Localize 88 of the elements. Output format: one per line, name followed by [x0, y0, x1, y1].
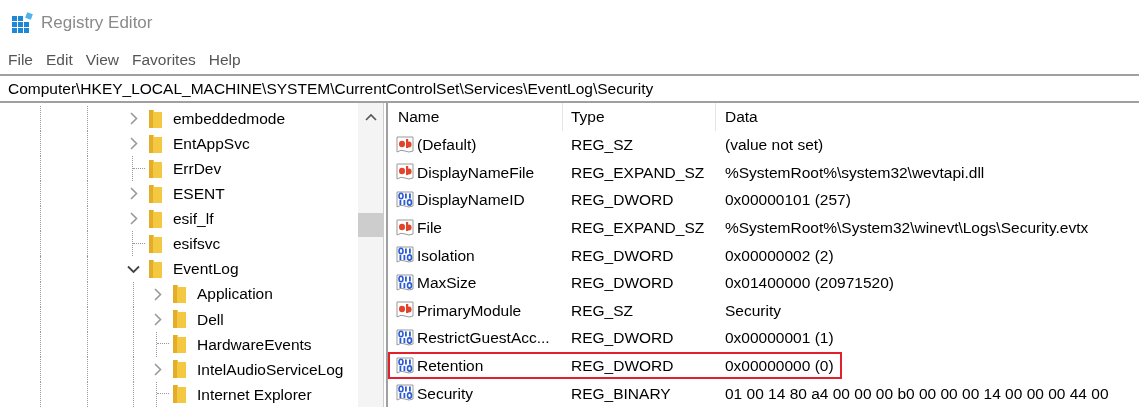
tree-item[interactable]: EntAppSvc — [173, 132, 250, 156]
folder-icon — [172, 384, 187, 405]
binary-value-icon — [396, 356, 414, 375]
tree-item[interactable]: embeddedmode — [173, 106, 286, 131]
table-cell: REG_BINARY — [571, 384, 671, 402]
address-bar[interactable]: Computer\HKEY_LOCAL_MACHINE\SYSTEM\CurrentControlSet\Services\EventLog\Security — [0, 74, 1139, 103]
tree-item[interactable]: IntelAudioServiceLog — [197, 357, 344, 381]
binary-value-icon — [396, 191, 414, 209]
string-value-icon — [396, 301, 414, 320]
table-cell: REG_SZ — [571, 301, 633, 319]
menu-item[interactable]: File — [8, 47, 33, 72]
tree-item[interactable]: esifsvc — [173, 232, 221, 256]
table-row[interactable]: Security REG_BINARY 01 00 14 80 a4 00 00 00 b0 00 00 00 14 00 00 00 44 00 — [388, 379, 1109, 407]
binary-value-icon — [396, 273, 414, 292]
table-cell-text: DisplayNameID — [417, 190, 525, 211]
folder-icon — [172, 334, 187, 355]
tree-item[interactable]: ErrDev — [173, 157, 222, 181]
menu-item[interactable]: View — [85, 47, 120, 72]
registry-icon — [11, 11, 33, 34]
tree-item[interactable]: HardwareEvents — [197, 332, 312, 356]
scrollbar[interactable] — [358, 103, 383, 407]
table-cell: REG_EXPAND_SZ — [571, 218, 705, 236]
table-row[interactable]: RestrictGuestAcc... REG_DWORD 0x00000001 (1) — [388, 324, 834, 352]
folder-icon — [148, 108, 163, 129]
table-cell: 0x00000000 (0) — [725, 356, 834, 374]
table-row[interactable]: DisplayNameID REG_DWORD 0x00000101 (257) — [388, 186, 851, 214]
menu-item[interactable]: Favorites — [132, 47, 196, 72]
column-header[interactable]: Data — [725, 105, 758, 129]
tree-item[interactable]: Dell — [197, 307, 224, 331]
folder-icon — [148, 208, 163, 229]
binary-value-icon — [396, 384, 414, 403]
table-row[interactable]: (Default) REG_SZ (value not set) — [388, 131, 824, 159]
table-cell: REG_DWORD — [571, 356, 674, 374]
table-cell-text: Retention — [417, 355, 484, 376]
table-row[interactable]: PrimaryModule REG_SZ Security — [388, 296, 781, 325]
binary-value-icon — [396, 246, 414, 265]
table-row[interactable]: Isolation REG_DWORD 0x00000002 (2) — [388, 241, 834, 269]
table-cell: REG_SZ — [571, 136, 633, 154]
folder-icon — [148, 183, 163, 204]
folder-icon — [148, 233, 163, 254]
table-cell-text: MaxSize — [417, 273, 477, 294]
table-cell: 01 00 14 80 a4 00 00 00 b0 00 00 00 14 00 00 00 44 00 — [725, 384, 1109, 402]
table-cell-text: PrimaryModule — [417, 300, 522, 321]
window-title: Registry Editor — [41, 11, 153, 34]
menu-item[interactable]: Help — [208, 47, 241, 72]
table-row[interactable]: File REG_EXPAND_SZ %SystemRoot%\System32\winevt\Logs\Security.evtx — [388, 213, 1089, 242]
table-row[interactable]: DisplayNameFile REG_EXPAND_SZ %SystemRoot%\system32\wevtapi.dll — [388, 158, 985, 187]
folder-icon — [148, 259, 163, 279]
folder-icon — [172, 359, 187, 380]
table-cell-text: DisplayNameFile — [417, 162, 535, 183]
table-cell: %SystemRoot%\system32\wevtapi.dll — [725, 163, 985, 181]
string-value-icon — [396, 135, 414, 154]
tree-item[interactable]: EventLog — [173, 257, 239, 281]
tree-item[interactable]: esif_lf — [173, 207, 214, 231]
folder-icon — [148, 133, 163, 154]
table-cell-text: (Default) — [417, 135, 477, 156]
table-cell: REG_EXPAND_SZ — [571, 163, 705, 181]
table-cell: REG_DWORD — [571, 246, 674, 264]
table-cell: %SystemRoot%\System32\winevt\Logs\Security.evtx — [725, 218, 1089, 236]
menu-item[interactable]: Edit — [46, 47, 73, 72]
table-cell-text: RestrictGuestAcc... — [417, 328, 550, 349]
column-header[interactable]: Name — [398, 105, 440, 129]
folder-icon — [172, 284, 187, 305]
tree-item[interactable]: ESENT — [173, 182, 225, 206]
table-cell: 0x01400000 (20971520) — [725, 274, 894, 292]
folder-icon — [172, 309, 187, 330]
table-cell-text: Isolation — [417, 245, 475, 266]
scroll-up-icon[interactable] — [364, 113, 377, 121]
table-cell: REG_DWORD — [571, 274, 674, 292]
table-cell: 0x00000101 (257) — [725, 191, 851, 209]
string-value-icon — [396, 163, 414, 182]
table-cell: REG_DWORD — [571, 329, 674, 347]
string-value-icon — [396, 218, 414, 237]
table-cell-text: File — [417, 217, 442, 238]
table-cell: 0x00000001 (1) — [725, 329, 834, 347]
table-cell-text: Security — [417, 383, 473, 404]
highlighted-row[interactable]: Retention REG_DWORD 0x00000000 (0) — [388, 351, 842, 380]
column-header[interactable]: Type — [571, 105, 605, 129]
tree-item[interactable]: Internet Explorer — [197, 382, 312, 406]
table-cell: 0x00000002 (2) — [725, 246, 834, 264]
binary-value-icon — [396, 328, 414, 347]
folder-icon — [148, 158, 163, 179]
table-cell: (value not set) — [725, 136, 824, 154]
tree-item[interactable]: Application — [197, 282, 273, 306]
table-row[interactable]: MaxSize REG_DWORD 0x01400000 (20971520) — [388, 268, 894, 297]
table-cell: Security — [725, 301, 781, 319]
scroll-thumb[interactable] — [358, 213, 383, 237]
table-cell: REG_DWORD — [571, 191, 674, 209]
